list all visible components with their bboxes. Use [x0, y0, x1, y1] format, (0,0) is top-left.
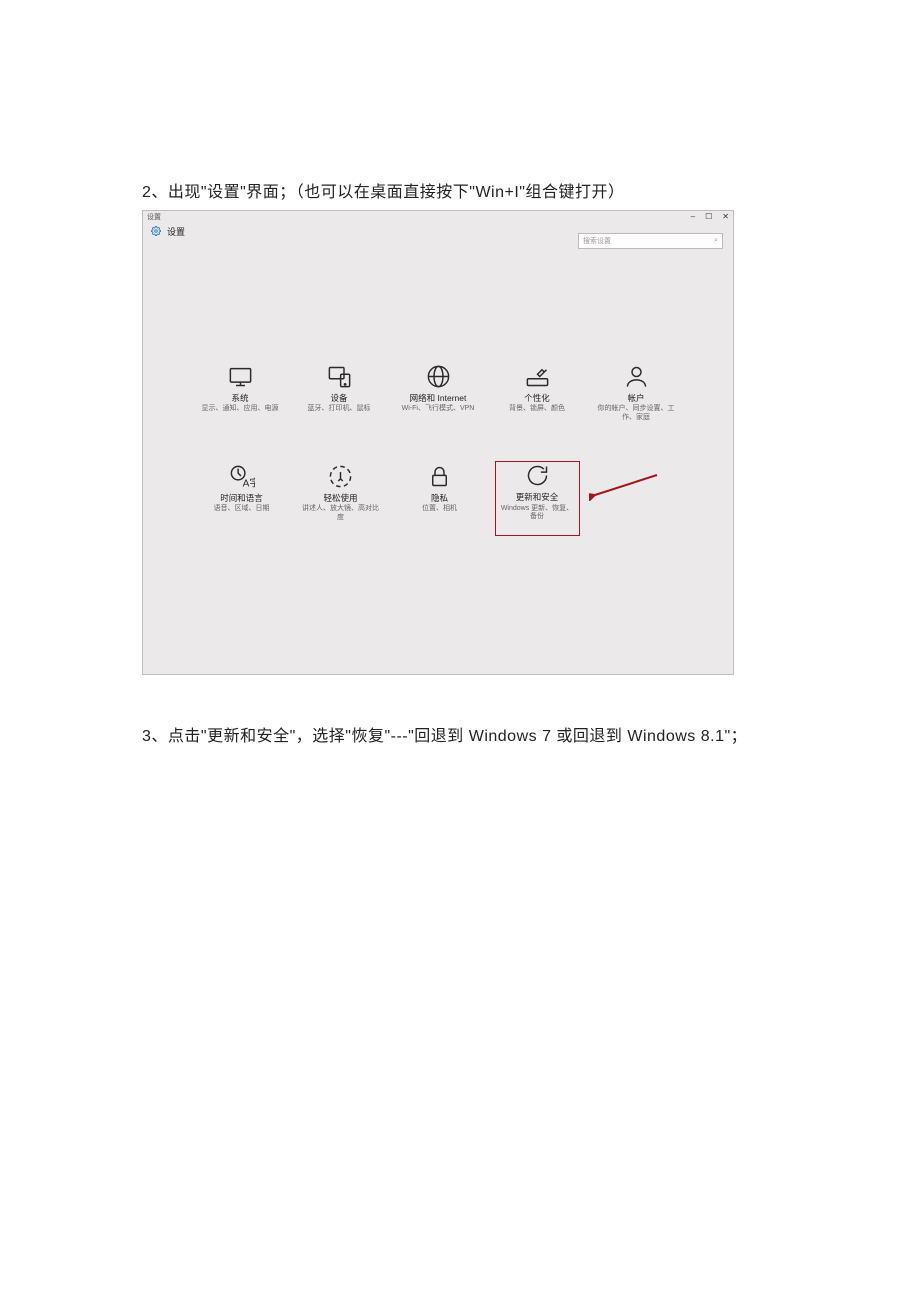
- lock-icon: [426, 463, 453, 490]
- tile-time-language[interactable]: A字 时间和语言 语音、区域、日期: [199, 463, 284, 535]
- settings-window: 设置 – ☐ ✕ 设置 搜索设置 ⌕: [142, 210, 734, 675]
- maximize-button[interactable]: ☐: [705, 212, 712, 221]
- paint-icon: [524, 363, 551, 390]
- tile-title: 网络和 Internet: [410, 393, 467, 405]
- tile-update-security[interactable]: 更新和安全 Windows 更新、恢复、备份: [495, 461, 580, 536]
- tile-accounts[interactable]: 帐户 你的帐户、同步设置、工作、家庭: [594, 363, 679, 435]
- tile-title: 隐私: [431, 493, 448, 505]
- page-title: 设置: [167, 225, 185, 238]
- tile-title: 个性化: [524, 393, 550, 405]
- tile-title: 系统: [231, 393, 248, 405]
- tile-desc: 语音、区域、日期: [212, 505, 272, 513]
- language-icon: A字: [228, 463, 255, 490]
- tile-personalization[interactable]: 个性化 背景、锁屏、颜色: [495, 363, 580, 435]
- step-3-text: 3、点击"更新和安全"，选择"恢复"---"回退到 Windows 7 或回退到…: [142, 725, 780, 749]
- tile-desc: Wi-Fi、飞行模式、VPN: [400, 405, 477, 413]
- tile-ease-of-access[interactable]: 轻松使用 讲述人、放大镜、高对比度: [298, 463, 383, 535]
- tile-title: 时间和语言: [220, 493, 263, 505]
- tile-desc: 你的帐户、同步设置、工作、家庭: [594, 405, 679, 422]
- devices-icon: [326, 363, 353, 390]
- tile-privacy[interactable]: 隐私 位置、相机: [397, 463, 482, 535]
- tile-desc: 位置、相机: [420, 505, 459, 513]
- app-title: 设置: [147, 212, 161, 222]
- update-icon: [524, 462, 551, 489]
- tile-title: 轻松使用: [323, 493, 357, 505]
- window-titlebar: 设置 – ☐ ✕: [143, 211, 733, 223]
- search-placeholder: 搜索设置: [583, 236, 611, 246]
- person-icon: [623, 363, 650, 390]
- tile-desc: 显示、通知、应用、电源: [200, 405, 281, 413]
- ease-icon: [327, 463, 354, 490]
- globe-icon: [425, 363, 452, 390]
- close-button[interactable]: ✕: [722, 212, 729, 221]
- search-input[interactable]: 搜索设置 ⌕: [578, 233, 723, 249]
- step-2-text: 2、出现"设置"界面；（也可以在桌面直接按下"Win+I"组合键打开）: [142, 180, 780, 206]
- tile-desc: 背景、锁屏、颜色: [507, 405, 567, 413]
- tile-desc: Windows 更新、恢复、备份: [497, 505, 577, 522]
- display-icon: [227, 363, 254, 390]
- tile-desc: 讲述人、放大镜、高对比度: [298, 505, 383, 522]
- tile-title: 设备: [330, 393, 347, 405]
- search-icon: ⌕: [714, 237, 718, 245]
- tile-network[interactable]: 网络和 Internet Wi-Fi、飞行模式、VPN: [396, 363, 481, 435]
- gear-icon: [151, 226, 161, 236]
- tile-devices[interactable]: 设备 蓝牙、打印机、鼠标: [297, 363, 382, 435]
- tile-title: 帐户: [627, 393, 644, 405]
- svg-text:A字: A字: [243, 476, 255, 489]
- tile-title: 更新和安全: [516, 492, 559, 504]
- tile-system[interactable]: 系统 显示、通知、应用、电源: [198, 363, 283, 435]
- minimize-button[interactable]: –: [691, 212, 695, 221]
- tile-desc: 蓝牙、打印机、鼠标: [306, 405, 373, 413]
